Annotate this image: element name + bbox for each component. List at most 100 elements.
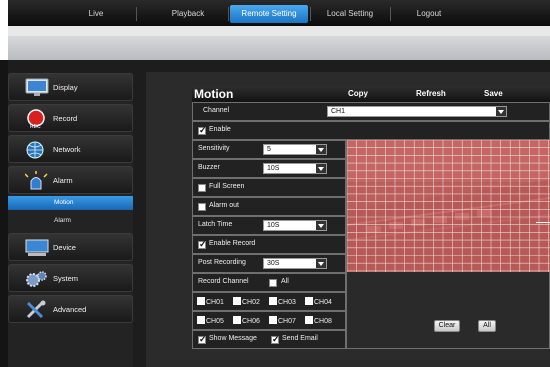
sidebar-item-display[interactable]: Display xyxy=(8,73,133,101)
post-recording-row: Post Recording 30S xyxy=(192,254,346,273)
latch-time-value: 10S xyxy=(267,222,280,229)
save-button[interactable]: Save xyxy=(484,89,503,98)
channel-checkbox-row-1: CH01 CH02 CH03 CH04 xyxy=(192,292,346,311)
enable-row: Enable xyxy=(192,121,550,140)
alarm-out-label: Alarm out xyxy=(209,202,239,209)
chevron-down-icon xyxy=(316,259,326,268)
channel-label: CH06 xyxy=(242,318,260,325)
record-channel-all-label: All xyxy=(281,278,289,285)
post-recording-select[interactable]: 30S xyxy=(263,258,327,269)
enable-checkbox[interactable] xyxy=(198,125,207,136)
channel-label: CH05 xyxy=(206,318,224,325)
enable-record-row: Enable Record xyxy=(192,235,346,254)
full-screen-checkbox[interactable] xyxy=(198,184,206,192)
copy-button[interactable]: Copy xyxy=(348,89,368,98)
sidebar-subitem-alarm[interactable]: Alarm xyxy=(8,214,133,228)
record-channel-label: Record Channel xyxy=(198,278,249,285)
enable-label: Enable xyxy=(209,126,231,133)
sidebar-item-system[interactable]: System xyxy=(8,264,133,292)
sidebar-subitem-motion[interactable]: Motion xyxy=(8,196,133,210)
sidebar-item-alarm[interactable]: Alarm xyxy=(8,166,133,194)
show-message-label: Show Message xyxy=(209,335,257,342)
channel-checkbox-ch06[interactable]: CH06 xyxy=(233,316,260,325)
channel-checkbox-ch08[interactable]: CH08 xyxy=(305,316,332,325)
channel-label: CH04 xyxy=(314,299,332,306)
channel-select-value: CH1 xyxy=(331,108,346,115)
sidebar: Display REC Record Network Alarm Motion … xyxy=(8,73,133,367)
tab-playback[interactable]: Playback xyxy=(148,5,228,23)
channel-label: CH01 xyxy=(206,299,224,306)
checkbox-box xyxy=(233,297,241,305)
full-screen-label: Full Screen xyxy=(209,183,245,190)
channel-checkbox-ch04[interactable]: CH04 xyxy=(305,297,332,306)
select-all-button[interactable]: All xyxy=(478,320,496,332)
post-recording-value: 30S xyxy=(267,260,280,267)
sensitivity-select[interactable]: 5 xyxy=(263,144,327,155)
chevron-down-icon xyxy=(316,221,326,230)
svg-text:REC: REC xyxy=(30,124,41,129)
tab-local-setting[interactable]: Local Setting xyxy=(312,5,388,23)
latch-time-row: Latch Time 10S xyxy=(192,216,346,235)
header-band xyxy=(8,26,550,36)
refresh-button[interactable]: Refresh xyxy=(416,89,446,98)
channel-checkbox-ch01[interactable]: CH01 xyxy=(197,297,224,306)
clear-button[interactable]: Clear xyxy=(434,320,460,332)
alarm-siren-icon xyxy=(24,171,49,191)
sensitivity-label: Sensitivity xyxy=(198,145,230,152)
checkbox-box xyxy=(305,297,313,305)
sidebar-item-label: Display xyxy=(53,83,78,92)
channel-checkbox-ch07[interactable]: CH07 xyxy=(269,316,296,325)
alarm-out-checkbox[interactable] xyxy=(198,203,206,211)
nav-divider xyxy=(228,7,229,21)
buzzer-row: Buzzer 10S xyxy=(192,159,346,178)
full-screen-row: Full Screen xyxy=(192,178,346,197)
tab-remote-setting[interactable]: Remote Setting xyxy=(230,5,308,23)
channel-checkbox-ch03[interactable]: CH03 xyxy=(269,297,296,306)
channel-row: Channel CH1 xyxy=(192,102,550,121)
post-recording-label: Post Recording xyxy=(198,259,246,266)
channel-label: CH02 xyxy=(242,299,260,306)
sensitivity-row: Sensitivity 5 xyxy=(192,140,346,159)
channel-checkbox-ch02[interactable]: CH02 xyxy=(233,297,260,306)
grid-edge-marker xyxy=(536,222,550,223)
enable-record-checkbox[interactable] xyxy=(198,239,207,250)
show-message-checkbox[interactable] xyxy=(198,334,207,345)
buzzer-value: 10S xyxy=(267,165,280,172)
sidebar-item-label: Record xyxy=(53,114,78,123)
panel-header: Motion Copy Refresh Save xyxy=(192,86,550,102)
sidebar-item-advanced[interactable]: Advanced xyxy=(8,295,133,323)
channel-label: Channel xyxy=(203,107,230,114)
page-title: Motion xyxy=(194,87,234,101)
channel-label: CH07 xyxy=(278,318,296,325)
camera-preview-image xyxy=(347,140,550,272)
network-globe-icon xyxy=(25,140,49,160)
record-channel-all-checkbox[interactable] xyxy=(269,279,277,287)
buzzer-select[interactable]: 10S xyxy=(263,163,327,174)
sidebar-item-label: Network xyxy=(53,145,81,154)
latch-time-label: Latch Time xyxy=(198,221,233,228)
send-email-checkbox[interactable] xyxy=(271,334,280,345)
sidebar-item-label: System xyxy=(53,274,79,283)
advanced-tools-icon xyxy=(25,300,49,320)
channel-checkbox-row-2: CH05 CH06 CH07 CH08 xyxy=(192,311,346,330)
top-navigation-bar: Live Playback Remote Setting Local Setti… xyxy=(8,0,550,26)
alarm-out-row: Alarm out xyxy=(192,197,346,216)
checkbox-box xyxy=(197,316,205,324)
device-hdd-icon xyxy=(25,238,49,258)
checkbox-box xyxy=(305,316,313,324)
send-email-label: Send Email xyxy=(282,335,318,342)
tab-live[interactable]: Live xyxy=(64,5,128,23)
motion-area-grid[interactable] xyxy=(347,140,550,272)
channel-select[interactable]: CH1 xyxy=(327,106,507,117)
sidebar-item-network[interactable]: Network xyxy=(8,135,133,163)
tab-logout[interactable]: Logout xyxy=(394,5,464,23)
sidebar-item-device[interactable]: Device xyxy=(8,233,133,261)
sidebar-item-record[interactable]: REC Record xyxy=(8,104,133,132)
toolbar-band xyxy=(8,36,550,60)
sidebar-item-label: Alarm xyxy=(53,176,73,185)
channel-checkbox-ch05[interactable]: CH05 xyxy=(197,316,224,325)
latch-time-select[interactable]: 10S xyxy=(263,220,327,231)
nav-divider xyxy=(390,7,391,21)
sidebar-item-label: Advanced xyxy=(53,305,87,314)
checkbox-box xyxy=(269,316,277,324)
